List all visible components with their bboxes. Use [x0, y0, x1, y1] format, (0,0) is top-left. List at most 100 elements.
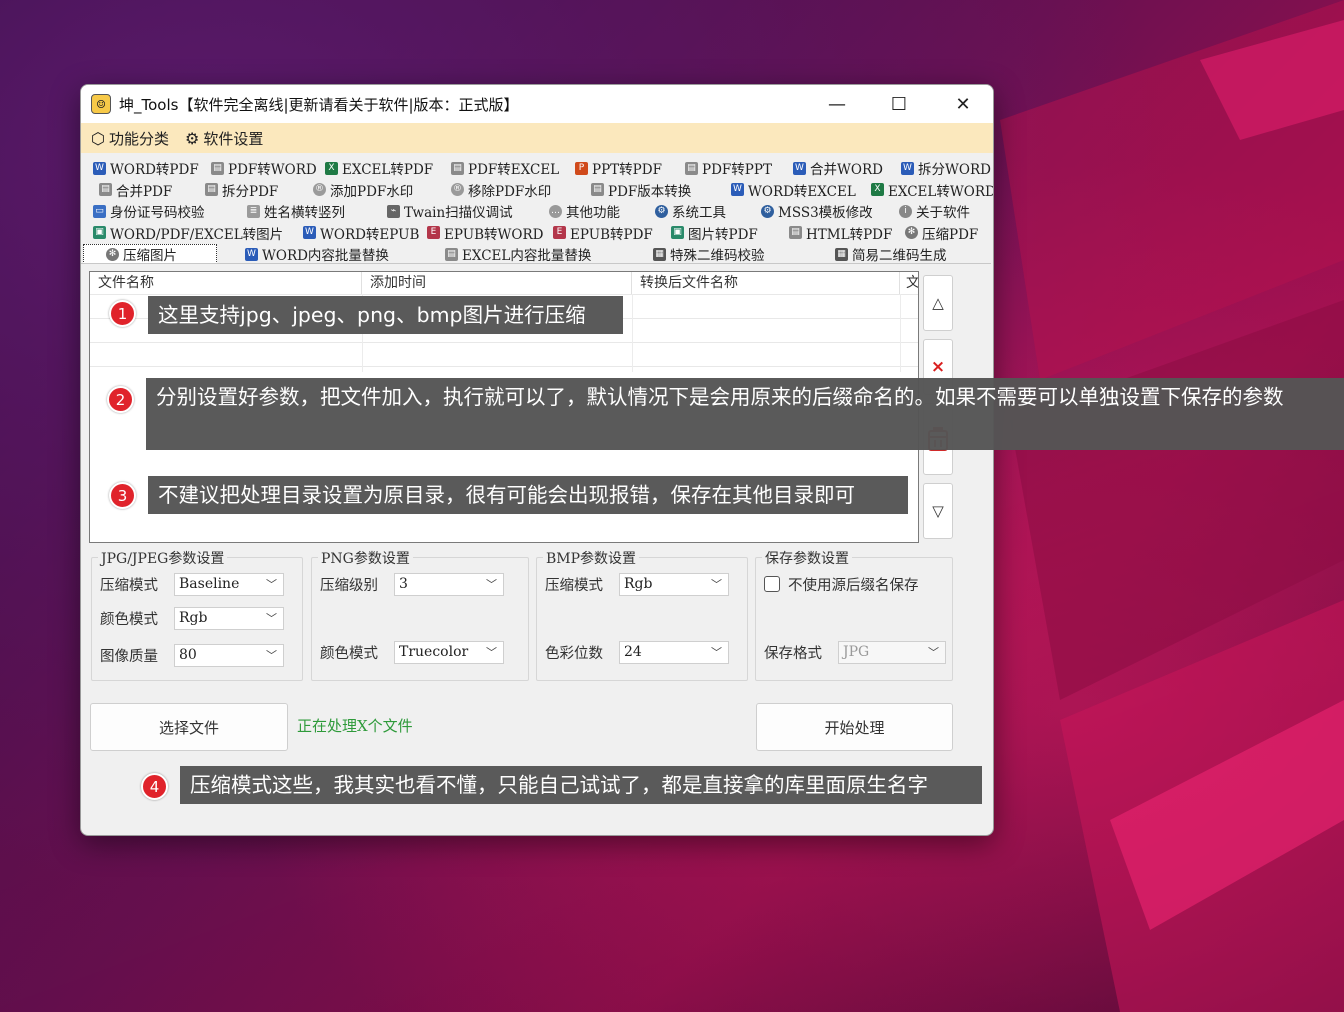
chevron-down-icon: ﹀ [266, 649, 277, 662]
column-add-time[interactable]: 添加时间 [362, 272, 632, 294]
tab-name-to-vertical[interactable]: ≣ 姓名横转竖列 [247, 201, 345, 221]
tab-epub-to-word[interactable]: E EPUB转WORD [427, 223, 543, 243]
tab-excel-to-word[interactable]: X EXCEL转WORD [871, 180, 994, 200]
tab-twain-scanner[interactable]: ⌁ Twain扫描仪调试 [387, 201, 513, 221]
col-divider [632, 294, 633, 372]
pdf-icon: ▤ [99, 183, 112, 196]
tab-simple-qr-generate[interactable]: ▦ 简易二维码生成 [835, 244, 947, 264]
select-value: 3 [399, 576, 408, 592]
tab-remove-pdf-watermark[interactable]: ® 移除PDF水印 [451, 180, 551, 200]
tab-special-qr-check[interactable]: ▦ 特殊二维码校验 [653, 244, 765, 264]
tab-merge-word[interactable]: W 合并WORD [793, 158, 883, 178]
tab-system-tools[interactable]: ⚙ 系统工具 [655, 201, 726, 221]
info-icon: i [899, 204, 912, 218]
png-color-mode-select[interactable]: Truecolor ﹀ [394, 641, 504, 664]
word-icon: W [93, 161, 106, 175]
title-bar: ☺ 坤_Tools【软件完全离线|更新请看关于软件|版本：正式版】 — ☐ ✕ [81, 85, 993, 123]
excel-icon: X [325, 161, 338, 175]
move-up-button[interactable]: △ [923, 275, 953, 331]
tab-pdf-to-ppt[interactable]: ▤ PDF转PPT [685, 158, 772, 178]
tab-mss3-template[interactable]: ⚙ MSS3模板修改 [761, 201, 873, 221]
save-settings-group: 保存参数设置 不使用源后缀名保存 保存格式 JPG ﹀ [755, 548, 953, 681]
close-button[interactable]: ✕ [931, 85, 993, 123]
select-value: 24 [624, 644, 642, 660]
tab-excel-to-pdf[interactable]: X EXCEL转PDF [325, 158, 433, 178]
tab-word-to-excel[interactable]: W WORD转EXCEL [731, 180, 856, 200]
word-icon: W [731, 183, 744, 196]
epub-icon: E [427, 226, 440, 239]
column-file-name[interactable]: 文件名称 [90, 272, 362, 294]
tab-compress-image[interactable]: ✻ 压缩图片 [83, 244, 217, 264]
pdf-icon: ▤ [205, 183, 218, 196]
tab-image-to-pdf[interactable]: ▣ 图片转PDF [671, 223, 758, 243]
bmp-compress-mode-select[interactable]: Rgb ﹀ [619, 573, 729, 596]
minimize-button[interactable]: — [805, 85, 869, 123]
tab-word-to-pdf[interactable]: W WORD转PDF [93, 158, 199, 178]
epub-icon: E [553, 226, 566, 239]
tab-pdf-version-convert[interactable]: ▤ PDF版本转换 [591, 180, 691, 200]
chevron-down-icon: ﹀ [486, 646, 497, 659]
select-value: 80 [179, 647, 197, 663]
jpeg-quality-select[interactable]: 80 ﹀ [174, 644, 284, 667]
select-value: JPG [843, 644, 870, 660]
window-title: 坤_Tools【软件完全离线|更新请看关于软件|版本：正式版】 [119, 95, 519, 114]
image-icon: ▣ [671, 226, 684, 239]
tab-label: 姓名横转竖列 [264, 205, 345, 221]
menu-function-category[interactable]: ⬡ 功能分类 [91, 128, 169, 149]
pdf-icon: ▤ [211, 161, 224, 175]
compress-mode-label: 压缩模式 [100, 578, 158, 594]
cube-icon: ⬡ [91, 128, 105, 148]
tab-excel-batch-replace[interactable]: ▤ EXCEL内容批量替换 [445, 244, 591, 264]
tab-about-software[interactable]: i 关于软件 [899, 201, 970, 221]
tab-id-number-check[interactable]: ▭ 身份证号码校验 [93, 201, 205, 221]
app-window: ☺ 坤_Tools【软件完全离线|更新请看关于软件|版本：正式版】 — ☐ ✕ … [80, 84, 994, 836]
tab-label: WORD转EXCEL [748, 183, 856, 200]
ppt-icon: P [575, 161, 588, 175]
tab-doc-to-image[interactable]: ▣ WORD/PDF/EXCEL转图片 [93, 223, 283, 243]
tab-label: EXCEL转WORD [888, 183, 994, 200]
tab-split-word[interactable]: W 拆分WORD [901, 158, 991, 178]
tab-label: 其他功能 [566, 205, 620, 221]
tab-pdf-to-excel[interactable]: ▤ PDF转EXCEL [451, 158, 559, 178]
tab-word-to-epub[interactable]: W WORD转EPUB [303, 223, 419, 243]
tab-word-batch-replace[interactable]: W WORD内容批量替换 [245, 244, 389, 264]
function-tabs: W WORD转PDF ▤ PDF转WORD X EXCEL转PDF ▤ PDF转EXCE… [83, 157, 994, 265]
list-icon: ≣ [247, 204, 260, 218]
tab-split-pdf[interactable]: ▤ 拆分PDF [205, 180, 278, 200]
jpeg-color-mode-select[interactable]: Rgb ﹀ [174, 607, 284, 630]
start-processing-button[interactable]: 开始处理 [756, 703, 953, 751]
tab-label: WORD/PDF/EXCEL转图片 [110, 226, 284, 243]
tab-pdf-to-word[interactable]: ▤ PDF转WORD [211, 158, 317, 178]
tab-label: WORD转PDF [110, 162, 199, 178]
tab-other-functions[interactable]: … 其他功能 [549, 201, 620, 221]
move-down-button[interactable]: ▽ [923, 483, 953, 539]
tab-epub-to-pdf[interactable]: E EPUB转PDF [553, 223, 653, 243]
column-truncated[interactable]: 文 [900, 272, 918, 294]
tab-label: 图片转PDF [688, 226, 758, 243]
save-format-select[interactable]: JPG ﹀ [838, 641, 946, 664]
png-settings-group: PNG参数设置 压缩级别 3 ﹀ 颜色模式 Truecolor ﹀ [311, 548, 529, 681]
more-icon: … [549, 204, 562, 218]
select-files-button[interactable]: 选择文件 [90, 703, 288, 751]
tab-html-to-pdf[interactable]: ▤ HTML转PDF [789, 223, 892, 243]
tab-label: WORD内容批量替换 [262, 248, 389, 264]
qr-code-icon: ▦ [835, 247, 848, 261]
column-converted-name[interactable]: 转换后文件名称 [632, 272, 900, 294]
pdf-icon: ▤ [789, 226, 802, 239]
menu-software-settings[interactable]: ⚙ 软件设置 [185, 128, 263, 149]
png-compress-level-select[interactable]: 3 ﹀ [394, 573, 504, 596]
image-icon: ▣ [93, 226, 106, 239]
bmp-color-depth-select[interactable]: 24 ﹀ [619, 641, 729, 664]
jpeg-compress-mode-select[interactable]: Baseline ﹀ [174, 573, 284, 596]
annotation-badge-1: 1 [109, 300, 136, 327]
bmp-settings-group: BMP参数设置 压缩模式 Rgb ﹀ 色彩位数 24 ﹀ [536, 548, 748, 681]
row-divider [90, 294, 918, 295]
tab-merge-pdf[interactable]: ▤ 合并PDF [99, 180, 172, 200]
no-source-suffix-checkbox[interactable] [764, 576, 780, 592]
tab-ppt-to-pdf[interactable]: P PPT转PDF [575, 158, 662, 178]
maximize-button[interactable]: ☐ [867, 85, 931, 123]
tab-add-pdf-watermark[interactable]: ® 添加PDF水印 [313, 180, 413, 200]
tab-label: EXCEL内容批量替换 [462, 248, 592, 264]
compress-mode-label: 压缩模式 [545, 578, 603, 594]
tab-compress-pdf[interactable]: ✻ 压缩PDF [905, 223, 978, 243]
